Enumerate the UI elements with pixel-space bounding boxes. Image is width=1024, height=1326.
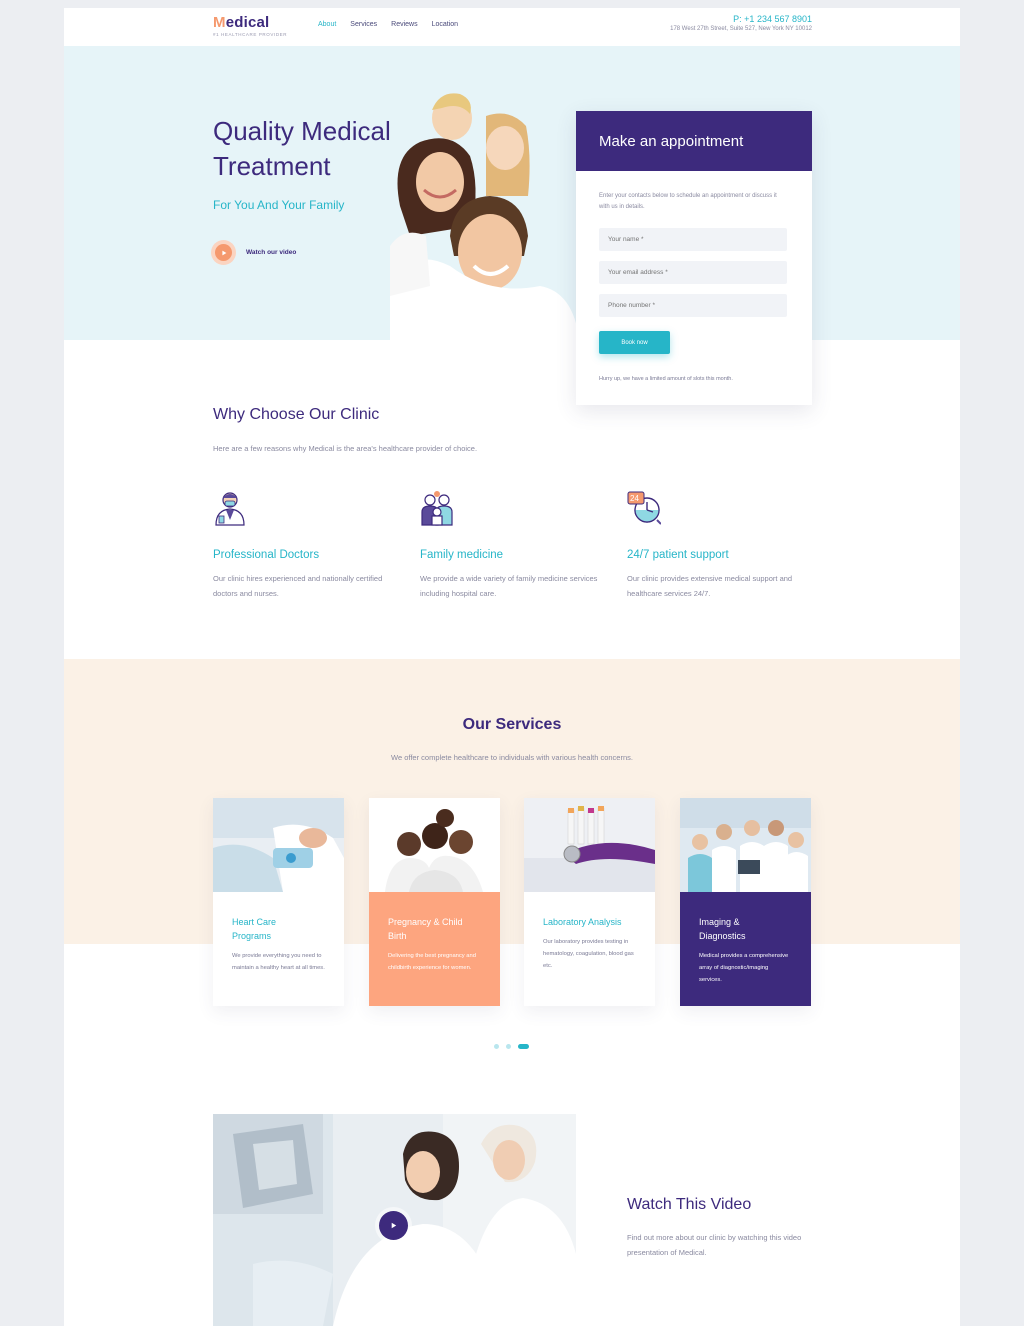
feature-text: Our clinic provides extensive medical su… [627, 574, 793, 598]
video-play-button[interactable] [375, 1207, 412, 1244]
logo-wordmark: Medical [213, 14, 287, 31]
address: 178 West 27th Street, Suite 527, New Yor… [670, 26, 812, 32]
services-subtitle: We offer complete healthcare to individu… [391, 753, 633, 762]
nav-about[interactable]: About [318, 21, 336, 28]
slots-note: Hurry up, we have a limited amount of sl… [599, 376, 733, 382]
hero-title-line2: Treatment [213, 151, 331, 181]
watch-video-button[interactable]: Watch our video [211, 240, 296, 265]
services-section [64, 659, 960, 944]
appointment-header: Make an appointment [576, 111, 812, 171]
play-icon [379, 1211, 408, 1240]
play-button-ring [211, 240, 236, 265]
service-text: We provide everything you need to mainta… [232, 953, 325, 971]
service-text: Delivering the best pregnancy and childb… [388, 953, 476, 971]
feature-family-medicine: Family medicine We provide a wide variet… [420, 490, 600, 601]
book-now-button[interactable]: Book now [599, 331, 670, 354]
family-photo [390, 93, 580, 340]
feature-title: 24/7 patient support [627, 549, 729, 561]
services-title: Our Services [462, 716, 562, 733]
family-icon [421, 491, 453, 526]
service-card-laboratory[interactable]: Laboratory Analysis Our laboratory provi… [524, 798, 655, 1006]
carousel-dots [494, 1044, 529, 1049]
logo-initial: M [213, 14, 226, 31]
carousel-dot-1[interactable] [494, 1044, 499, 1049]
logo[interactable]: Medical #1 HEALTHCARE PROVIDER [213, 14, 287, 37]
appointment-form: Enter your contacts below to schedule an… [576, 171, 812, 382]
email-field[interactable] [599, 261, 787, 284]
laboratory-photo [524, 798, 655, 892]
clock-24-icon: 24 [627, 491, 662, 525]
nav-location[interactable]: Location [432, 21, 458, 28]
imaging-photo [680, 798, 811, 892]
site-header: Medical #1 HEALTHCARE PROVIDER About Ser… [64, 8, 960, 46]
svg-text:24: 24 [630, 494, 639, 503]
heart-care-photo [213, 798, 344, 892]
main-nav: About Services Reviews Location [318, 21, 458, 28]
feature-text: Our clinic hires experienced and nationa… [213, 574, 383, 598]
hero-section: Quality Medical Treatment For You And Yo… [64, 46, 960, 340]
service-title: Laboratory Analysis [543, 917, 622, 927]
carousel-dot-3[interactable] [518, 1044, 529, 1049]
service-title: Heart Care Programs [232, 917, 277, 941]
header-contact: P: +1 234 567 8901 178 West 27th Street,… [670, 14, 812, 32]
nav-reviews[interactable]: Reviews [391, 21, 417, 28]
hero-subtitle: For You And Your Family [213, 198, 345, 212]
phone-number[interactable]: P: +1 234 567 8901 [670, 14, 812, 24]
pregnancy-photo [369, 798, 500, 892]
service-text: Medical provides a comprehensive array o… [699, 953, 789, 983]
phone-field[interactable] [599, 294, 787, 317]
doctor-icon [215, 492, 245, 526]
service-title: Imaging & Diagnostics [699, 917, 746, 941]
video-description: Find out more about our clinic by watchi… [627, 1233, 802, 1257]
service-text: Our laboratory provides testing in hemat… [543, 939, 634, 969]
logo-rest: edical [225, 14, 270, 31]
feature-title: Professional Doctors [213, 549, 320, 561]
appointment-title: Make an appointment [599, 132, 744, 150]
service-card-text: Pregnancy & Child Birth Delivering the b… [369, 897, 500, 974]
feature-patient-support: 24 24/7 patient support Our clinic provi… [627, 490, 807, 601]
service-card-imaging[interactable]: Imaging & Diagnostics Medical provides a… [680, 798, 811, 1006]
appointment-description: Enter your contacts below to schedule an… [599, 193, 777, 210]
landing-page: Medical #1 HEALTHCARE PROVIDER About Ser… [64, 8, 960, 1326]
play-icon [215, 244, 232, 261]
service-card-text: Heart Care Programs We provide everythin… [213, 897, 344, 974]
name-field[interactable] [599, 228, 787, 251]
nav-services[interactable]: Services [350, 21, 377, 28]
feature-professional-doctors: Professional Doctors Our clinic hires ex… [213, 490, 393, 601]
appointment-card: Make an appointment Enter your contacts … [576, 111, 812, 405]
why-subtitle: Here are a few reasons why Medical is th… [213, 444, 478, 453]
service-card-pregnancy[interactable]: Pregnancy & Child Birth Delivering the b… [369, 798, 500, 1006]
feature-title: Family medicine [420, 549, 504, 561]
why-title: Why Choose Our Clinic [213, 406, 380, 423]
watch-video-label: Watch our video [246, 249, 297, 256]
service-title: Pregnancy & Child Birth [388, 917, 463, 941]
feature-text: We provide a wide variety of family medi… [420, 574, 598, 598]
hero-title-line1: Quality Medical [213, 116, 391, 146]
service-card-text: Imaging & Diagnostics Medical provides a… [680, 897, 811, 986]
video-title: Watch This Video [627, 1196, 752, 1213]
service-card-heart-care[interactable]: Heart Care Programs We provide everythin… [213, 798, 344, 1006]
logo-tagline: #1 HEALTHCARE PROVIDER [213, 32, 288, 37]
carousel-dot-2[interactable] [506, 1044, 511, 1049]
service-card-text: Laboratory Analysis Our laboratory provi… [524, 897, 655, 972]
